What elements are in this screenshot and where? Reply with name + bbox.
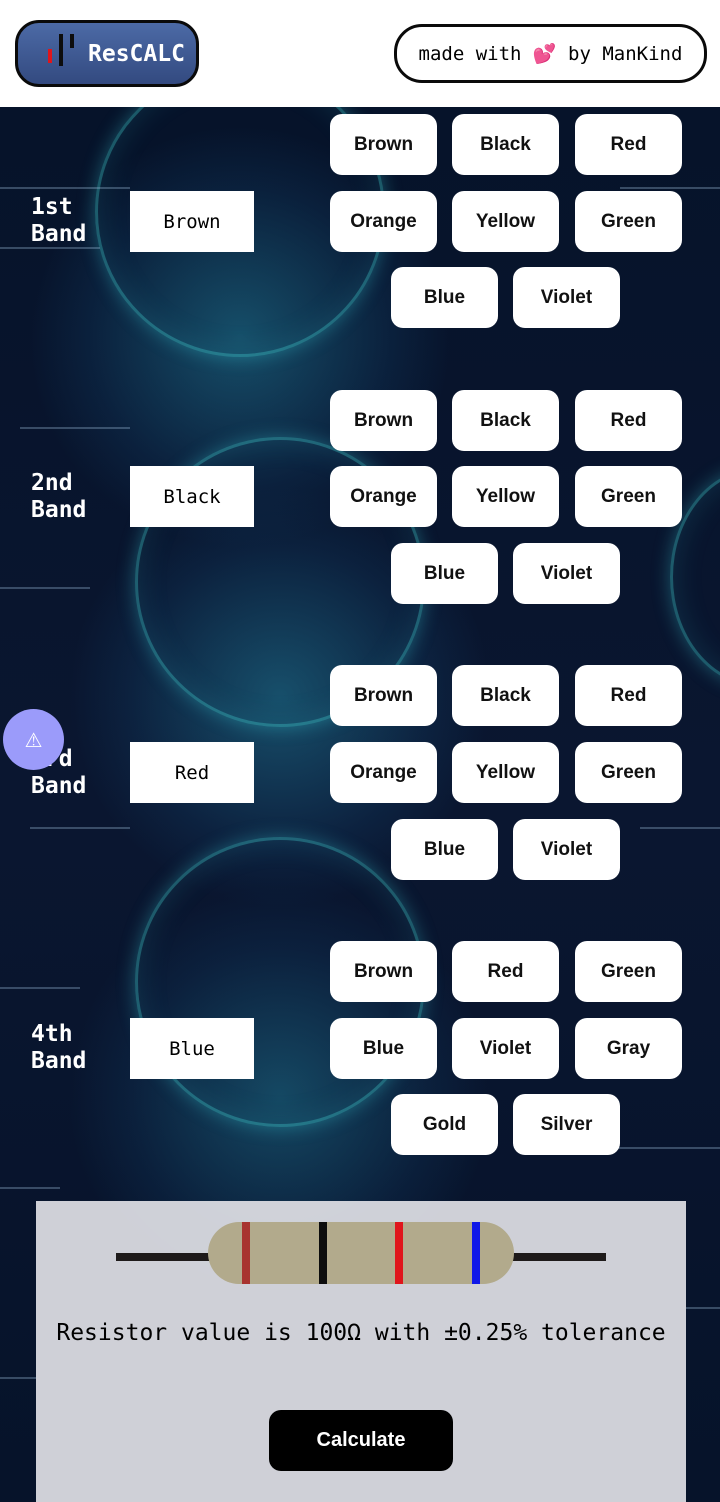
band-2-option-violet[interactable]: Violet <box>513 543 620 604</box>
band-1-option-black[interactable]: Black <box>452 114 559 175</box>
band-4-option-blue[interactable]: Blue <box>330 1018 437 1079</box>
band-1-option-brown[interactable]: Brown <box>330 114 437 175</box>
band-2-selected: Black <box>130 466 254 527</box>
band-1-option-orange[interactable]: Orange <box>330 191 437 252</box>
resistor-lead-right <box>512 1253 606 1261</box>
band-3-option-violet[interactable]: Violet <box>513 819 620 880</box>
band-2-option-orange[interactable]: Orange <box>330 466 437 527</box>
resistor-bars-icon <box>44 33 80 74</box>
band-1-option-green[interactable]: Green <box>575 191 682 252</box>
band-1-label: 1st Band <box>31 194 87 247</box>
resistor-stripe-3 <box>395 1222 403 1284</box>
app-title: ResCALC <box>88 40 185 67</box>
app-header: ResCALC made with 💕 by ManKind <box>0 0 720 107</box>
band-3-option-blue[interactable]: Blue <box>391 819 498 880</box>
calculate-button[interactable]: Calculate <box>269 1410 453 1471</box>
result-text: Resistor value is 100Ω with ±0.25% toler… <box>56 1320 666 1346</box>
band-4-label: 4th Band <box>31 1021 87 1074</box>
band-2-option-brown[interactable]: Brown <box>330 390 437 451</box>
resistor-body <box>208 1222 514 1284</box>
band-3-option-orange[interactable]: Orange <box>330 742 437 803</box>
band-3-option-red[interactable]: Red <box>575 665 682 726</box>
band-4-selected: Blue <box>130 1018 254 1079</box>
band-2-label: 2nd Band <box>31 470 87 523</box>
band-3-option-green[interactable]: Green <box>575 742 682 803</box>
band-4-option-violet[interactable]: Violet <box>452 1018 559 1079</box>
resistor-stripe-4 <box>472 1222 480 1284</box>
resistor-stripe-2 <box>319 1222 327 1284</box>
resistor-lead-left <box>116 1253 210 1261</box>
band-4-option-red[interactable]: Red <box>452 941 559 1002</box>
band-4-option-gray[interactable]: Gray <box>575 1018 682 1079</box>
band-3-option-black[interactable]: Black <box>452 665 559 726</box>
band-1-selected: Brown <box>130 191 254 252</box>
band-2-option-yellow[interactable]: Yellow <box>452 466 559 527</box>
band-1-option-blue[interactable]: Blue <box>391 267 498 328</box>
band-3-selected: Red <box>130 742 254 803</box>
band-3-option-yellow[interactable]: Yellow <box>452 742 559 803</box>
band-3-option-brown[interactable]: Brown <box>330 665 437 726</box>
band-1-option-violet[interactable]: Violet <box>513 267 620 328</box>
warning-icon[interactable]: ⚠ <box>3 709 64 770</box>
band-2-option-black[interactable]: Black <box>452 390 559 451</box>
band-2-option-blue[interactable]: Blue <box>391 543 498 604</box>
resistor-stripe-1 <box>242 1222 250 1284</box>
band-4-option-brown[interactable]: Brown <box>330 941 437 1002</box>
band-2-option-red[interactable]: Red <box>575 390 682 451</box>
app-logo[interactable]: ResCALC <box>15 20 199 87</box>
band-1-option-yellow[interactable]: Yellow <box>452 191 559 252</box>
band-1-option-red[interactable]: Red <box>575 114 682 175</box>
band-2-option-green[interactable]: Green <box>575 466 682 527</box>
band-4-option-green[interactable]: Green <box>575 941 682 1002</box>
band-4-option-gold[interactable]: Gold <box>391 1094 498 1155</box>
made-with-badge: made with 💕 by ManKind <box>394 24 707 83</box>
band-4-option-silver[interactable]: Silver <box>513 1094 620 1155</box>
